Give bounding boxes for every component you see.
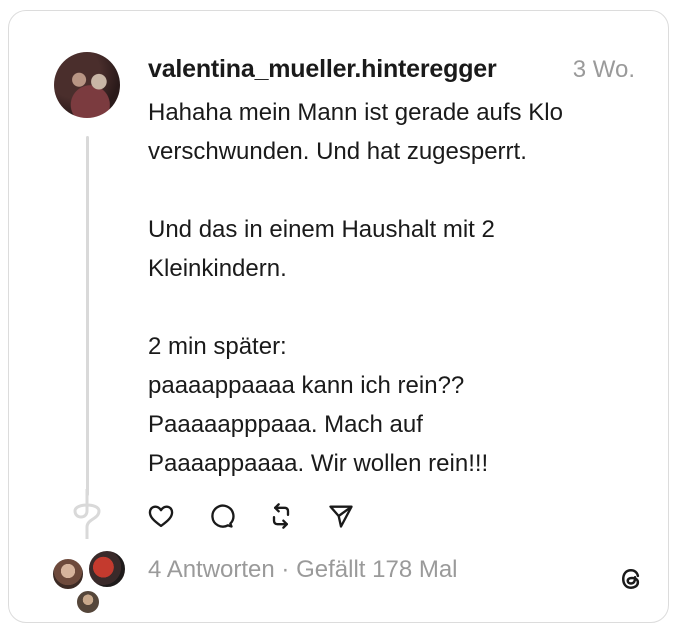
reply-avatar[interactable]	[75, 589, 101, 615]
post-timestamp: 3 Wo.	[572, 56, 635, 83]
post-line: paaaappaaaa kann ich rein??	[148, 372, 465, 399]
thread-line	[86, 136, 89, 496]
post-line: Hahaha mein Mann ist gerade aufs Klo	[148, 99, 563, 126]
share-icon[interactable]	[326, 501, 356, 531]
post-meta: 4 Antworten · Gefällt 178 Mal	[148, 556, 458, 584]
username[interactable]: valentina_mueller.hinteregger	[148, 55, 497, 84]
post-line: Paaaappaaaa. Wir wollen rein!!!	[148, 450, 489, 477]
replies-count[interactable]: 4 Antworten	[148, 556, 275, 583]
post-line: Und das in einem Haushalt mit 2	[148, 216, 495, 243]
reply-avatar[interactable]	[51, 557, 85, 591]
reply-avatar[interactable]	[87, 549, 127, 589]
post-line: 2 min später:	[148, 333, 287, 360]
reply-avatars	[51, 549, 131, 619]
threads-logo-icon[interactable]	[616, 564, 646, 594]
meta-separator: ·	[281, 556, 290, 583]
thread-loop-icon	[73, 489, 101, 539]
comment-icon[interactable]	[206, 501, 236, 531]
likes-count[interactable]: Gefällt 178 Mal	[296, 556, 457, 583]
heart-icon[interactable]	[146, 501, 176, 531]
post-line: Kleinkindern.	[148, 255, 287, 282]
post-line: verschwunden. Und hat zugesperrt.	[148, 138, 527, 165]
post-body: Hahaha mein Mann ist gerade aufs Klo ver…	[148, 93, 648, 483]
user-avatar[interactable]	[54, 52, 120, 118]
action-bar	[146, 501, 356, 531]
post-line: Paaaaapppaaa. Mach auf	[148, 411, 423, 438]
repost-icon[interactable]	[266, 501, 296, 531]
post-card: valentina_mueller.hinteregger 3 Wo. Haha…	[8, 10, 669, 623]
